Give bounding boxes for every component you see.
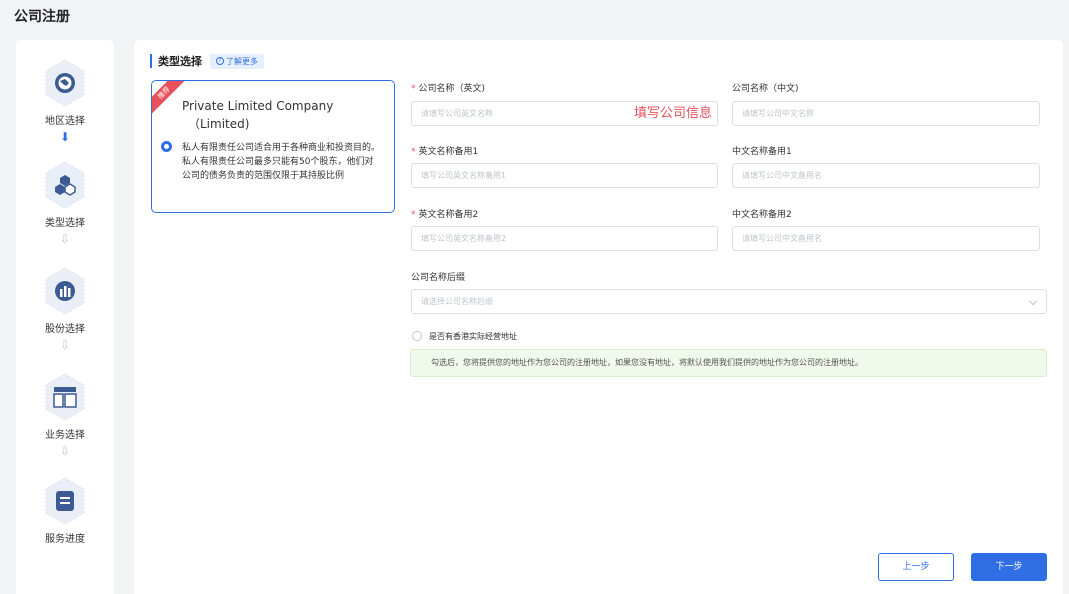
arrow-down-icon: ⬇ bbox=[59, 130, 71, 144]
hk-address-label: 是否有香港实际经营地址 bbox=[429, 332, 517, 341]
step-label: 类型选择 bbox=[45, 218, 85, 229]
alt-en-1-label: * 英文名称备用1 bbox=[411, 147, 479, 157]
question-icon: ? bbox=[216, 57, 224, 65]
learn-more-label: 了解更多 bbox=[226, 56, 258, 66]
required-mark: * bbox=[411, 210, 416, 220]
section-title: 类型选择 bbox=[158, 55, 202, 68]
name-cn-input[interactable]: 请填写公司中文名称 bbox=[732, 101, 1040, 126]
alt-en-2-input[interactable]: 填写公司英文名称备用2 bbox=[411, 226, 718, 251]
company-type-description: 私人有限责任公司适合用于各种商业和投资目的。私人有限责任公司最多只能有50个股东… bbox=[182, 143, 381, 181]
step-label: 业务选择 bbox=[45, 430, 85, 441]
globe-icon bbox=[43, 58, 87, 108]
name-en-input[interactable]: 请填写公司英文名称 填写公司信息 bbox=[411, 101, 718, 126]
required-mark: * bbox=[411, 147, 416, 157]
step-label: 服务进度 bbox=[45, 534, 85, 545]
hk-address-radio[interactable] bbox=[412, 331, 422, 341]
placeholder: 请选择公司名称后缀 bbox=[421, 297, 493, 306]
arrow-down-icon: ⇩ bbox=[59, 338, 71, 352]
hexagons-icon bbox=[43, 160, 87, 210]
alt-en-1-input[interactable]: 填写公司英文名称备用1 bbox=[411, 163, 718, 188]
title-line-1: Private Limited Company bbox=[182, 99, 334, 113]
section-bar bbox=[150, 54, 152, 68]
fill-info-overlay: 填写公司信息 bbox=[633, 106, 712, 121]
company-type-card[interactable]: 推荐 Private Limited Company （Limited) 私人有… bbox=[151, 80, 395, 213]
layout-icon bbox=[43, 372, 87, 422]
chart-icon bbox=[43, 266, 87, 316]
step-business[interactable]: 业务选择 ⇩ bbox=[16, 372, 114, 457]
name-en-label: * 公司名称（英文) bbox=[411, 84, 486, 94]
selected-radio[interactable] bbox=[161, 141, 172, 152]
suffix-label: 公司名称后缀 bbox=[411, 273, 466, 283]
alt-cn-1-input[interactable]: 请填写公司中文备用名 bbox=[732, 163, 1040, 188]
learn-more-button[interactable]: ? 了解更多 bbox=[210, 53, 264, 69]
placeholder: 请填写公司中文备用名 bbox=[742, 171, 822, 180]
address-notice: 勾选后，您将提供您的地址作为您公司的注册地址，如果您没有地址，将默认使用我们提供… bbox=[410, 349, 1047, 377]
name-cn-label: 公司名称（中文) bbox=[732, 84, 799, 94]
chevron-down-icon bbox=[1028, 296, 1038, 306]
step-region[interactable]: 地区选择 ⬇ bbox=[16, 58, 114, 143]
step-progress[interactable]: 服务进度 bbox=[16, 476, 114, 545]
prev-button[interactable]: 上一步 bbox=[878, 553, 954, 581]
required-mark: * bbox=[411, 84, 416, 94]
next-button[interactable]: 下一步 bbox=[971, 553, 1047, 581]
step-shares[interactable]: 股份选择 ⇩ bbox=[16, 266, 114, 351]
document-icon bbox=[43, 476, 87, 526]
alt-cn-1-label: 中文名称备用1 bbox=[732, 147, 792, 157]
alt-cn-2-input[interactable]: 请填写公司中文备用名 bbox=[732, 226, 1040, 251]
page-title: 公司注册 bbox=[14, 9, 70, 25]
company-type-title: Private Limited Company （Limited) bbox=[182, 97, 333, 133]
placeholder: 请填写公司中文备用名 bbox=[742, 234, 822, 243]
placeholder: 请填写公司中文名称 bbox=[742, 109, 814, 118]
arrow-down-icon: ⇩ bbox=[59, 232, 71, 246]
step-type[interactable]: 类型选择 ⇩ bbox=[16, 160, 114, 245]
suffix-select[interactable]: 请选择公司名称后缀 bbox=[411, 289, 1047, 314]
steps-sidebar: 地区选择 ⬇ 类型选择 ⇩ 股份选择 ⇩ 业务选择 ⇩ 服务进度 bbox=[16, 40, 114, 594]
step-label: 地区选择 bbox=[45, 116, 85, 127]
section-header: 类型选择 ? 了解更多 bbox=[150, 52, 264, 70]
main-panel: 类型选择 ? 了解更多 推荐 Private Limited Company （… bbox=[134, 40, 1063, 594]
alt-cn-2-label: 中文名称备用2 bbox=[732, 210, 792, 220]
placeholder: 填写公司英文名称备用2 bbox=[421, 234, 507, 243]
step-label: 股份选择 bbox=[45, 324, 85, 335]
placeholder: 填写公司英文名称备用1 bbox=[421, 171, 507, 180]
placeholder: 请填写公司英文名称 bbox=[421, 109, 493, 118]
title-line-2: （Limited) bbox=[188, 117, 250, 131]
arrow-down-icon: ⇩ bbox=[59, 444, 71, 458]
alt-en-2-label: * 英文名称备用2 bbox=[411, 210, 479, 220]
